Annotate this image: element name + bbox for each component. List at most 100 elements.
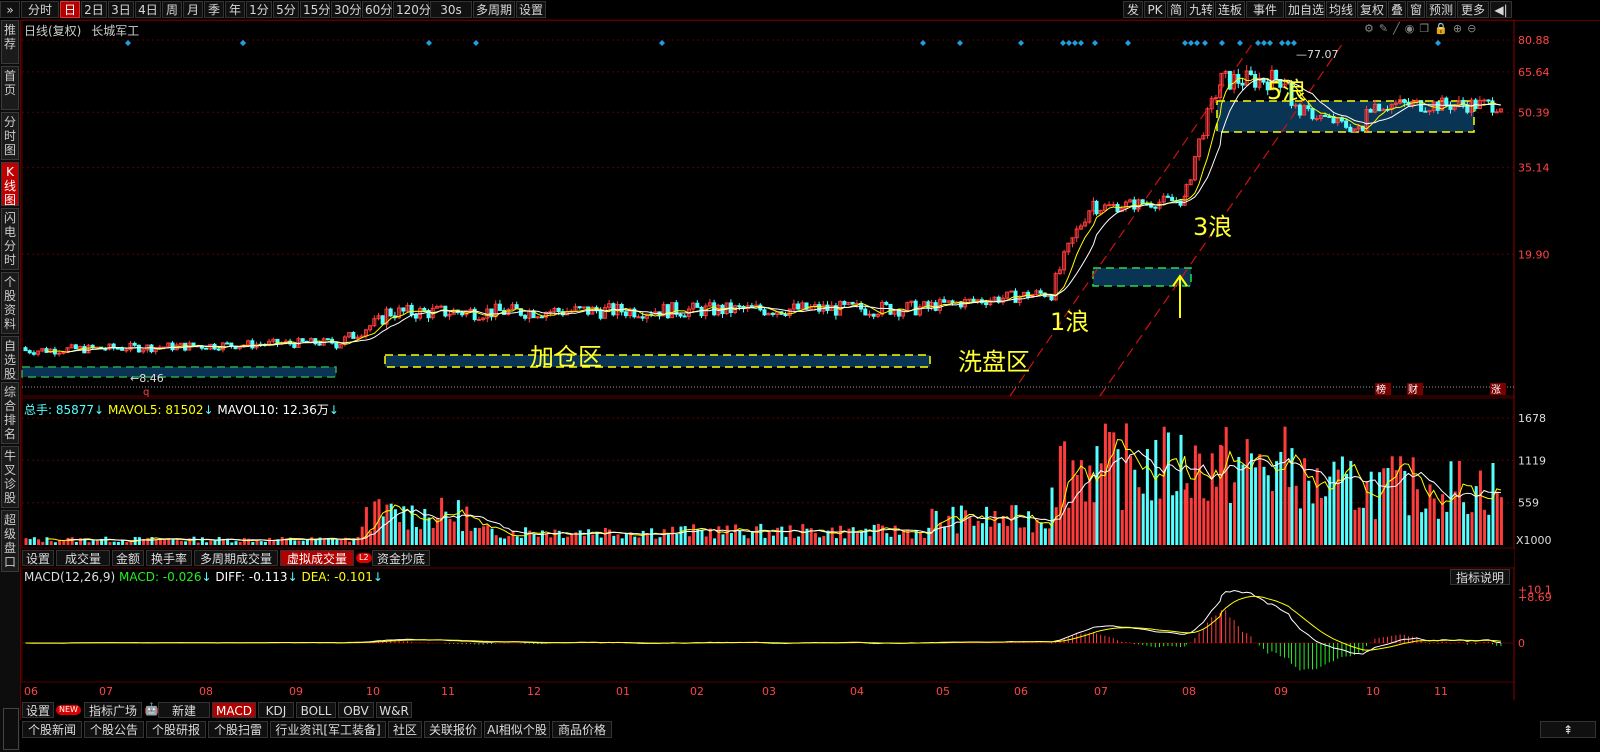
zoom-out-icon[interactable]: ⊖ [1467, 22, 1481, 35]
volume-tab-5[interactable]: 虚拟成交量 [280, 550, 354, 566]
lock-icon[interactable]: 🔒 [1434, 22, 1453, 35]
vol-bar [1035, 519, 1039, 545]
vol-bar [158, 539, 162, 545]
indicator-tab-5[interactable]: BOLL [296, 702, 336, 718]
volume-tab-6[interactable]: 资金抄底 [372, 550, 430, 566]
vol-bar [633, 536, 637, 545]
news-tab-0[interactable]: 个股新闻 [22, 721, 82, 738]
vol-bar [839, 525, 843, 545]
vol-bar [1145, 449, 1149, 545]
draw-icon[interactable]: ✎ [1379, 22, 1393, 35]
vol-bar [767, 530, 771, 545]
news-tab-1[interactable]: 个股公告 [84, 721, 144, 738]
news-tab-2[interactable]: 个股研报 [146, 721, 206, 738]
vol-bar [1071, 460, 1075, 545]
chart-tools: ⚙✎╱◉❐🔒⊕⊖ [1364, 22, 1481, 35]
candle-body [1306, 105, 1311, 110]
vol-bar [519, 537, 523, 545]
news-tab-5[interactable]: 社区 [388, 721, 422, 738]
zoom-in-icon[interactable]: ⊕ [1453, 22, 1467, 35]
vol-bar [750, 531, 754, 545]
macd-tick-1: +8.69 [1518, 591, 1552, 604]
vol-bar [654, 538, 658, 545]
indicator-tab-0[interactable]: 设置 [22, 702, 54, 718]
signal-diamond-18 [1202, 40, 1208, 46]
vol-bar [1133, 469, 1137, 545]
vol-bar [406, 529, 410, 545]
news-tab-4[interactable]: 行业资讯[军工装备] [270, 721, 386, 738]
vol-bar [238, 542, 242, 545]
annotation-jiacang: 加仓区 [530, 343, 602, 371]
vol-bar [721, 534, 725, 545]
vol-bar [32, 537, 36, 545]
vol-bar [1466, 514, 1470, 545]
news-tab-7[interactable]: AI相似个股 [484, 721, 550, 738]
indicator-tab-3[interactable]: MACD [212, 702, 256, 718]
vol-bar [448, 518, 452, 545]
vol-bar [369, 531, 373, 545]
indicator-tab-4[interactable]: KDJ [258, 702, 294, 718]
vol-bar [1432, 498, 1436, 545]
vol-bar [1349, 460, 1353, 545]
vol-bar [108, 542, 112, 545]
vol-bar [1050, 487, 1054, 545]
vol-bar [980, 523, 984, 545]
volume-tab-1[interactable]: 成交量 [56, 550, 110, 566]
scroll-top-button[interactable]: ⇞ [1540, 721, 1596, 738]
eye-icon[interactable]: ◉ [1405, 22, 1420, 35]
vol-bar [1262, 466, 1266, 545]
volume-tab-2[interactable]: 金额 [112, 550, 144, 566]
vol-bar [335, 539, 339, 545]
indicator-tab-6[interactable]: OBV [338, 702, 374, 718]
line-tool-icon[interactable]: ╱ [1393, 22, 1405, 35]
price-tick-3: 35.14 [1518, 161, 1550, 174]
indicator-tabs: 设置 NEW 指标广场 🤖 新建 MACD KDJ BOLL OBV W&R [22, 701, 1514, 719]
settings-icon[interactable]: ⚙ [1364, 22, 1379, 35]
sidebar-scroll-handle[interactable] [3, 708, 19, 750]
vol-bar [1043, 528, 1047, 545]
macd-name: MACD(12,26,9) [24, 570, 116, 584]
candle-body [57, 352, 62, 355]
kline-chart[interactable]: 80.88 65.64 50.39 35.14 19.90 06 07 08 09 10 11 12 0… [0, 0, 1600, 752]
indicator-tab-2[interactable]: 新建 [158, 702, 210, 718]
vol-bar [498, 537, 502, 545]
news-tab-8[interactable]: 商品价格 [552, 721, 612, 738]
volume-total: 总手: 85877 [24, 403, 95, 417]
annotation-wave5: 5浪 [1267, 77, 1306, 105]
vol-bar [87, 542, 91, 545]
candle-body [619, 303, 624, 313]
indicator-tab-7[interactable]: W&R [376, 702, 412, 718]
signal-diamond-19 [1219, 40, 1225, 46]
vol-bar [45, 537, 49, 545]
volume-tab-4[interactable]: 多周期成交量 [194, 550, 278, 566]
candle-body [61, 351, 66, 354]
candle-body [523, 314, 528, 319]
vol-bar [566, 536, 570, 545]
vol-bar [536, 536, 540, 545]
vol-bar [1150, 500, 1154, 545]
candle-body [149, 344, 154, 353]
vol-bar [872, 524, 876, 545]
candle-body [170, 342, 175, 351]
vol-bar [570, 533, 574, 545]
candle-body [476, 318, 481, 321]
candle-body [514, 304, 519, 310]
volume-tab-3[interactable]: 换手率 [146, 550, 192, 566]
vol-bar [507, 536, 511, 545]
vol-bar [1022, 527, 1026, 545]
vol-bar [959, 505, 963, 545]
annotation-xipan: 洗盘区 [958, 348, 1030, 376]
volume-tab-0[interactable]: 设置 [22, 550, 54, 566]
copy-icon[interactable]: ❐ [1419, 22, 1434, 35]
indicator-explain-button[interactable]: 指标说明 [1450, 569, 1510, 585]
news-tab-3[interactable]: 个股扫雷 [208, 721, 268, 738]
vol-bar [683, 526, 687, 545]
vol-bar [1206, 500, 1210, 545]
vol-bar [729, 533, 733, 545]
news-tab-6[interactable]: 关联报价 [424, 721, 482, 738]
vol-bar [1254, 467, 1258, 545]
vol-bar [997, 523, 1001, 545]
bottom-mark-0: 榜 [1376, 383, 1386, 396]
vol-bar [452, 521, 456, 545]
indicator-tab-1[interactable]: 指标广场 [84, 702, 142, 718]
